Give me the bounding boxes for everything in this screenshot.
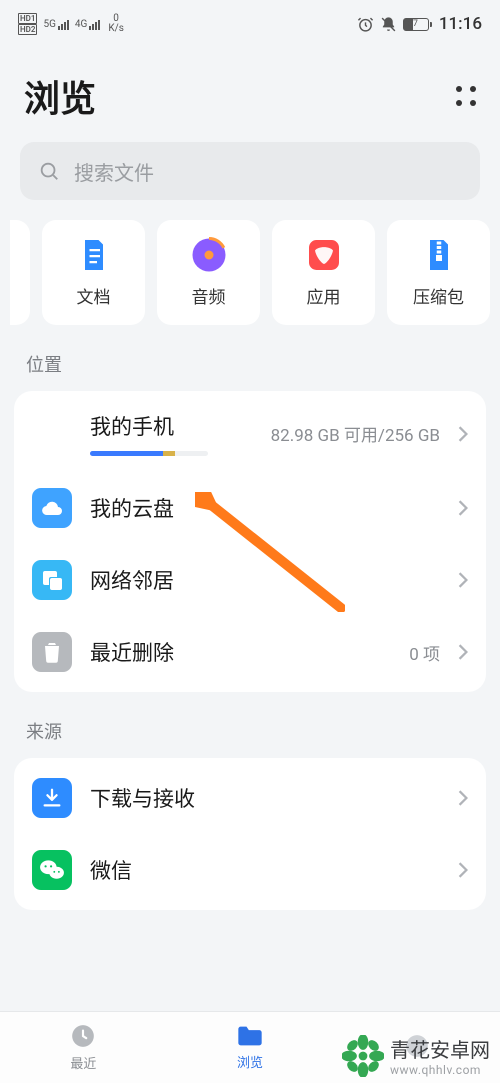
row-label: 网络邻居 <box>90 565 440 595</box>
signal-icon <box>89 18 100 30</box>
status-left: HD1 HD2 5G 4G 0 K/s <box>18 13 124 35</box>
search-icon <box>38 160 60 182</box>
clock-icon <box>70 1023 96 1049</box>
storage-bar <box>90 451 208 456</box>
cloud-icon <box>40 499 64 517</box>
net2-label: 4G <box>75 20 87 30</box>
category-row: 文档 音频 应用 压缩包 <box>0 220 500 325</box>
folder-icon <box>236 1024 264 1048</box>
signal-icon <box>58 18 69 30</box>
category-prev-sliver[interactable] <box>10 220 30 325</box>
nav-browse[interactable]: 浏览 <box>167 1012 334 1083</box>
page-header: 浏览 <box>0 48 500 138</box>
watermark: 青花安卓网 www.qhhlv.com <box>342 1034 490 1077</box>
more-menu-icon[interactable] <box>456 86 476 106</box>
audio-icon <box>191 237 227 273</box>
row-download[interactable]: 下载与接收 <box>14 762 486 834</box>
battery-icon: 37 <box>403 18 429 31</box>
category-label: 文档 <box>77 283 111 308</box>
search-input[interactable]: 搜索文件 <box>20 142 480 200</box>
location-panel: 我的手机 82.98 GB 可用/256 GB 我的云盘 网络邻居 最近删除 0… <box>14 391 486 692</box>
watermark-url: www.qhhlv.com <box>390 1063 490 1077</box>
search-placeholder: 搜索文件 <box>74 157 154 186</box>
phone-icon <box>42 421 62 447</box>
row-cloud[interactable]: 我的云盘 <box>14 472 486 544</box>
row-my-phone[interactable]: 我的手机 82.98 GB 可用/256 GB <box>14 395 486 472</box>
category-audio[interactable]: 音频 <box>157 220 260 325</box>
row-detail: 0 项 <box>409 640 440 665</box>
source-panel: 下载与接收 微信 <box>14 758 486 910</box>
doc-icon <box>76 237 112 273</box>
row-label: 最近删除 <box>90 637 391 667</box>
row-detail: 82.98 GB 可用/256 GB <box>271 421 440 446</box>
chevron-right-icon <box>458 862 468 878</box>
row-trash[interactable]: 最近删除 0 项 <box>14 616 486 688</box>
speed-unit: K/s <box>108 24 124 34</box>
chevron-right-icon <box>458 426 468 442</box>
category-label: 应用 <box>307 283 341 308</box>
wechat-icon <box>39 859 65 881</box>
chevron-right-icon <box>458 790 468 806</box>
category-label: 压缩包 <box>413 283 464 308</box>
bell-off-icon <box>380 16 397 33</box>
download-icon <box>41 787 63 809</box>
row-label: 下载与接收 <box>90 783 440 813</box>
nav-recent[interactable]: 最近 <box>0 1012 167 1083</box>
chevron-right-icon <box>458 644 468 660</box>
nav-label: 最近 <box>70 1053 96 1072</box>
network-icon <box>40 568 64 592</box>
nav-label: 浏览 <box>237 1052 263 1071</box>
row-label: 我的手机 <box>90 411 253 441</box>
row-network[interactable]: 网络邻居 <box>14 544 486 616</box>
row-label: 微信 <box>90 855 440 885</box>
watermark-logo-icon <box>342 1035 384 1077</box>
net1-label: 5G <box>43 20 55 30</box>
page-title: 浏览 <box>24 70 96 122</box>
status-bar: HD1 HD2 5G 4G 0 K/s 37 11:16 <box>0 0 500 48</box>
trash-icon <box>42 641 62 663</box>
category-label: 音频 <box>192 283 226 308</box>
status-right: 37 11:16 <box>357 14 482 34</box>
hd1-badge: HD1 <box>18 13 37 24</box>
alarm-icon <box>357 16 374 33</box>
row-label: 我的云盘 <box>90 493 440 523</box>
category-app[interactable]: 应用 <box>272 220 375 325</box>
app-icon <box>306 237 342 273</box>
clock: 11:16 <box>439 14 482 34</box>
section-title-source: 来源 <box>0 692 500 758</box>
row-wechat[interactable]: 微信 <box>14 834 486 906</box>
section-title-location: 位置 <box>0 325 500 391</box>
watermark-brand: 青花安卓网 <box>390 1034 490 1063</box>
hd2-badge: HD2 <box>18 24 37 35</box>
chevron-right-icon <box>458 572 468 588</box>
category-doc[interactable]: 文档 <box>42 220 145 325</box>
category-archive[interactable]: 压缩包 <box>387 220 490 325</box>
chevron-right-icon <box>458 500 468 516</box>
archive-icon <box>421 237 457 273</box>
